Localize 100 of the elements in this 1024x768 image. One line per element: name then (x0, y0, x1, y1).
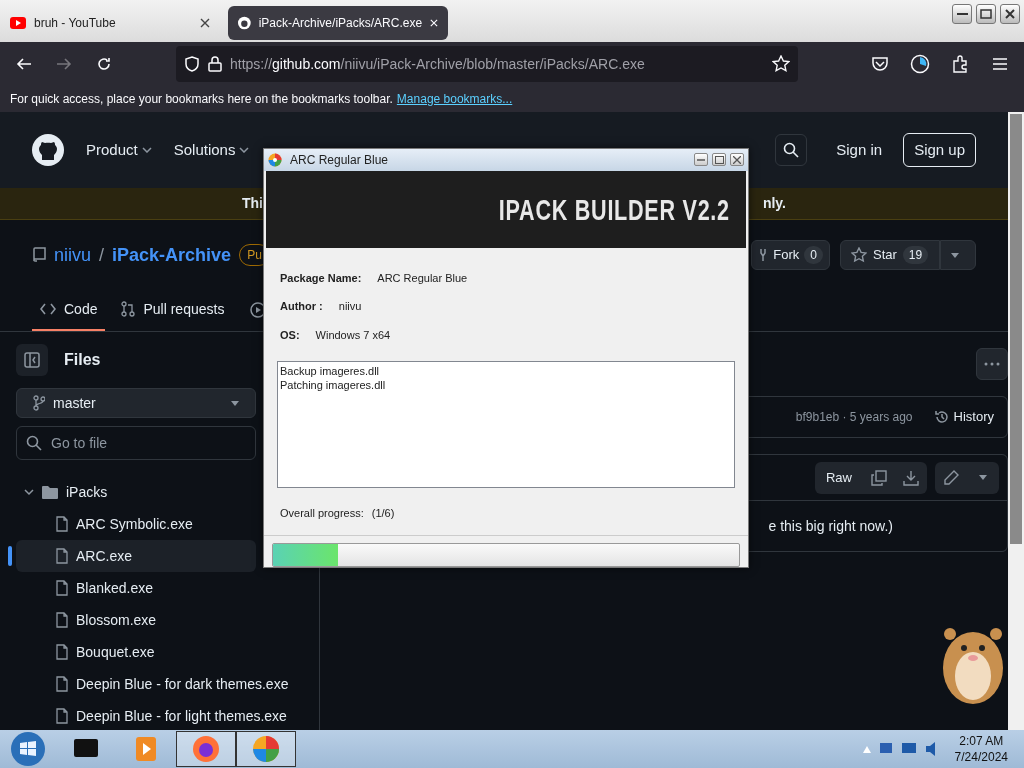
go-to-file-field[interactable]: Go to file (16, 426, 256, 460)
file-icon (56, 548, 68, 564)
reload-icon (96, 56, 112, 72)
repo-tab[interactable]: Pull requests (113, 289, 233, 331)
side-panel-icon (24, 352, 40, 368)
maximize-icon (714, 155, 724, 164)
minimize-icon (697, 158, 705, 161)
chevron-down-icon (141, 147, 152, 153)
field-label: Author : (280, 299, 323, 315)
path-separator: / (99, 243, 105, 267)
log-field[interactable]: Backup imageres.dll Patching imageres.dll (277, 361, 735, 488)
close-icon (1005, 9, 1015, 19)
folder-item[interactable]: iPacks (16, 476, 256, 508)
file-message: e this big right now.) (768, 516, 893, 536)
file-icon (56, 708, 68, 724)
file-item[interactable]: Blanked.exe (16, 572, 256, 604)
browser-tab[interactable]: bruh - YouTube (0, 6, 220, 40)
video-play-icon (10, 17, 26, 29)
caret-icon (979, 475, 987, 480)
star-button[interactable]: Star 19 (840, 240, 940, 270)
browser-tab[interactable]: iPack-Archive/iPacks/ARC.exe (228, 6, 448, 40)
history-button[interactable]: History (928, 402, 999, 432)
field-value: niivu (338, 299, 362, 315)
search-icon (783, 142, 800, 158)
manage-bookmarks-link[interactable]: Manage bookmarks... (396, 90, 513, 108)
side-panel-button[interactable] (16, 344, 48, 376)
branch-dropdown[interactable]: master (16, 388, 256, 418)
progress-count: (1/6) (371, 505, 395, 521)
fork-icon (758, 247, 769, 263)
file-icon (56, 612, 68, 628)
maximize-button[interactable] (712, 153, 726, 167)
repo-icon (32, 247, 46, 263)
caret-icon (951, 252, 959, 258)
close-icon[interactable] (200, 18, 210, 28)
folder-icon (42, 485, 58, 499)
file-icon (56, 516, 68, 532)
log-line: Patching imageres.dll (280, 378, 386, 393)
pocket-icon (871, 55, 889, 73)
file-item[interactable]: Deepin Blue - for dark themes.exe (16, 668, 297, 700)
taskbar-button[interactable] (176, 731, 236, 767)
sign-up-button[interactable]: Sign up (903, 132, 976, 168)
monitor-icon[interactable] (900, 742, 917, 756)
file-item[interactable]: Bouquet.exe (16, 636, 256, 668)
banner-text: nly. (762, 194, 786, 213)
bookmarks-hint: For quick access, place your bookmarks here on the bookmarks toolbar. (10, 91, 393, 108)
log-line: Backup imageres.dll (280, 364, 380, 379)
clock-date[interactable]: 7/24/2024 (954, 749, 1008, 765)
files-heading: Files (64, 350, 101, 370)
star-menu-button[interactable] (940, 240, 976, 270)
star-icon[interactable] (772, 55, 790, 73)
lock-icon[interactable] (208, 56, 222, 72)
repo-tab[interactable]: Code (32, 289, 106, 331)
file-item[interactable]: Deepin Blue - for light themes.exe (16, 700, 295, 732)
close-button[interactable] (1000, 4, 1020, 24)
chevron-down-icon[interactable] (24, 487, 34, 497)
forward-icon (56, 56, 72, 72)
page-scrollbar[interactable] (1008, 112, 1024, 730)
taskbar-button[interactable] (236, 731, 296, 767)
menu-icon (992, 57, 1008, 71)
clock-time[interactable]: 2:07 AM (954, 733, 1008, 749)
field-label: OS: (280, 327, 300, 343)
copy-icon (871, 469, 887, 486)
repo-owner-link[interactable]: niivu (54, 241, 92, 269)
window-title: ARC Regular Blue (290, 151, 390, 169)
sign-in-link[interactable]: Sign in (825, 132, 894, 168)
commit-info: bf9b1eb · 5 years ago (795, 409, 913, 426)
file-icon (56, 580, 68, 596)
search-icon (26, 435, 42, 451)
field-label: Package Name: (280, 270, 362, 286)
pull-request-icon (121, 301, 136, 317)
file-item[interactable]: Blossom.exe (16, 604, 256, 636)
pencil-icon (943, 469, 959, 486)
minimize-icon (956, 13, 968, 15)
star-icon (851, 247, 867, 263)
history-icon (933, 409, 950, 425)
nav-menu[interactable]: Product (86, 138, 152, 162)
search-button[interactable] (775, 134, 808, 166)
fork-button[interactable]: Fork 0 (751, 240, 830, 270)
field-value: ARC Regular Blue (377, 270, 468, 286)
nav-menu[interactable]: Solutions (173, 138, 250, 162)
close-button[interactable] (730, 153, 744, 167)
account-icon (910, 54, 930, 74)
file-icon (56, 644, 68, 660)
windows-logo-icon (10, 731, 46, 767)
progress-label: Overall progress: (280, 505, 364, 521)
repo-name-link[interactable]: iPack-Archive (112, 241, 232, 269)
address-bar[interactable]: https://github.com/niivu/iPack-Archive/blob/master/iPacks/ARC.exe (176, 46, 798, 82)
code-icon (40, 303, 56, 315)
branch-icon (33, 395, 45, 411)
banner-text: Thi (242, 194, 263, 213)
maximize-icon (980, 9, 992, 19)
minimize-button[interactable] (952, 4, 972, 24)
url-text: https://github.com/niivu/iPack-Archive/blob/master/iPacks/ARC.exe (230, 54, 646, 74)
maximize-button[interactable] (976, 4, 996, 24)
chevron-down-icon (239, 147, 250, 153)
download-icon (903, 469, 919, 486)
shield-icon[interactable] (184, 56, 200, 72)
file-item[interactable]: ARC Symbolic.exe (16, 508, 256, 540)
octocat-logo-icon[interactable] (32, 134, 64, 166)
puzzle-piece-icon (951, 55, 969, 73)
